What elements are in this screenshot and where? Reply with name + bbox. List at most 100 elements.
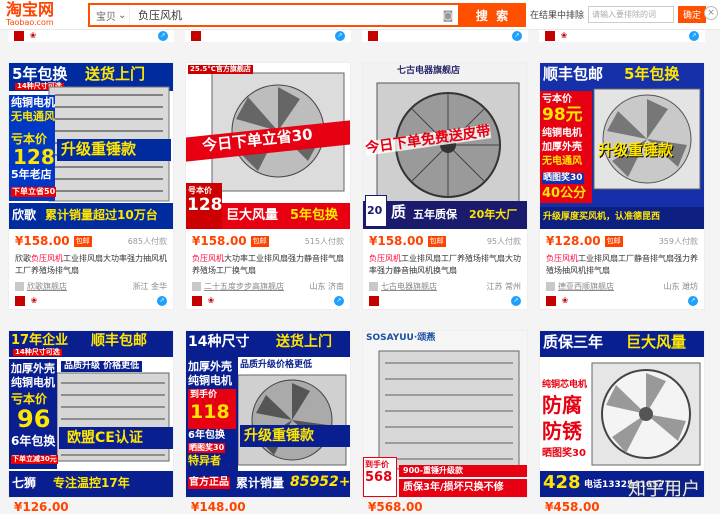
image-text: 官方正品 [188, 477, 230, 489]
tmall-icon [192, 296, 202, 306]
product-image[interactable]: 5年包换 送货上门 14种尺寸可选 纯铜电机 无电通风 亏本价 128 5年老店… [9, 63, 173, 229]
product-card[interactable]: 七古电器旗舰店 今日下单免费送皮带 20 质 五年质保 20年大厂 ¥158.0… [362, 62, 528, 310]
title-text: 欣歌 [15, 254, 31, 263]
sales-count: 515人付款 [305, 236, 344, 247]
chat-icon[interactable]: ↗ [158, 31, 168, 41]
shop-link[interactable]: 七古电器旗舰店 [381, 281, 437, 292]
image-text: 升级重锤款 [61, 142, 136, 157]
price: ¥126.00 [14, 500, 69, 514]
service-icons: ❀ ↗ [540, 293, 704, 309]
image-text: 118 [190, 403, 230, 422]
product-image[interactable]: 质保三年 巨大风量 纯铜芯电机 防腐 防锈 晒图奖30 428 电话133254… [540, 331, 704, 497]
image-text: 亏本价 [11, 393, 47, 405]
search-input[interactable]: 负压风机 [130, 7, 438, 23]
image-text: 特异者 [188, 455, 221, 466]
product-image[interactable]: 25.5°C官方旗舰店 今日下单立省30 号本价 128 巨大风量 5年包换 [186, 63, 350, 229]
chat-icon[interactable]: ↗ [334, 296, 344, 306]
image-text: 防腐 [542, 395, 582, 415]
image-text: 6年包换 [11, 435, 55, 447]
image-text: 568 [365, 471, 392, 484]
sales-count: 95人付款 [487, 236, 521, 247]
product-title[interactable]: 欣歌负压风机工业排风扇大功率强力抽风机工厂养殖场排气扇 [9, 253, 173, 279]
shop-icon [15, 282, 24, 291]
fan-illustration [377, 349, 521, 471]
shop-link[interactable]: 欣歌旗舰店 [27, 281, 67, 292]
product-card[interactable]: 17年企业 顺丰包邮 14种尺寸可选 加厚外壳 纯铜电机 亏本价 96 6年包换… [8, 330, 174, 498]
image-text: 品质升级价格更低 [240, 361, 312, 370]
service-icons: ↗ [363, 293, 527, 309]
chat-icon[interactable]: ↗ [511, 296, 521, 306]
image-text: 欧盟CE认证 [67, 431, 143, 445]
product-card[interactable]: 14种尺寸 送货上门 加厚外壳 纯铜电机 品质升级价格更低 到手价 118 6年… [185, 330, 351, 498]
image-text: 防锈 [542, 421, 582, 441]
chat-icon[interactable]: ↗ [335, 31, 345, 41]
gift-icon: ❀ [206, 296, 216, 306]
fan-illustration [236, 373, 348, 467]
image-text: 送货上门 [276, 335, 332, 349]
exclude-confirm-button[interactable]: 确定 [678, 6, 706, 23]
product-title[interactable]: 负压风机大功率工业排风扇强力静音排气扇养殖场工厂换气扇 [186, 253, 350, 279]
image-text: 96 [17, 407, 50, 431]
location: 山东 济南 [309, 281, 344, 292]
image-text: 升级厚度买风机，认准德昆西 [543, 213, 660, 222]
price: ¥158.00 [369, 234, 424, 248]
product-card[interactable]: 顺丰包邮 5年包换 亏本价 98元 纯铜电机 加厚外壳 无电通风 晒图奖30 4… [539, 62, 705, 310]
image-text: 纯铜电机 [542, 129, 582, 139]
product-card[interactable]: 25.5°C官方旗舰店 今日下单立省30 号本价 128 巨大风量 5年包换 ¥… [185, 62, 351, 310]
product-card[interactable]: 质保三年 巨大风量 纯铜芯电机 防腐 防锈 晒图奖30 428 电话133254… [539, 330, 705, 498]
shop-row: 欣歌旗舰店 浙江 金华 [9, 279, 173, 293]
sales-count: 685人付款 [128, 236, 167, 247]
image-text: 5年老店 [11, 169, 52, 180]
image-text: 下单立减30元 [11, 455, 58, 464]
search-button[interactable]: 搜 索 [460, 3, 526, 27]
shop-link[interactable]: 二十五度步步高旗舰店 [204, 281, 284, 292]
product-image[interactable]: 17年企业 顺丰包邮 14种尺寸可选 加厚外壳 纯铜电机 亏本价 96 6年包换… [9, 331, 173, 497]
product-card[interactable]: 5年包换 送货上门 14种尺寸可选 纯铜电机 无电通风 亏本价 128 5年老店… [8, 62, 174, 310]
chat-icon[interactable]: ↗ [512, 31, 522, 41]
image-text: 晒图奖30 [542, 173, 584, 184]
tmall-icon [15, 296, 25, 306]
location: 浙江 金华 [132, 281, 167, 292]
image-text: 专注温控17年 [53, 477, 130, 489]
image-text: 20年大厂 [469, 209, 517, 220]
search-scope-select[interactable]: 宝贝 ⌄ [90, 5, 130, 25]
previous-card: ↗ [362, 30, 528, 42]
free-shipping-badge: 包邮 [251, 236, 269, 247]
image-text: 五年质保 [413, 209, 457, 220]
chat-icon[interactable]: ↗ [689, 31, 699, 41]
image-text: 巨大风量 [626, 335, 686, 350]
product-image[interactable]: SOSAYUU·颂燕 到手价 568 900-重锤升级款 质保3年/损坏只换不修 [363, 331, 527, 497]
camera-icon[interactable]: ◙ [438, 9, 458, 22]
shop-link[interactable]: 德亚西顺旗舰店 [558, 281, 614, 292]
product-card[interactable]: SOSAYUU·颂燕 到手价 568 900-重锤升级款 质保3年/损坏只换不修 [362, 330, 528, 498]
tmall-icon [545, 31, 555, 41]
image-text: 欣歌 [12, 209, 36, 221]
chat-icon[interactable]: ↗ [157, 296, 167, 306]
title-keyword: 负压风机 [31, 254, 63, 263]
image-text: 七古电器旗舰店 [397, 67, 460, 76]
gift-icon: ❀ [28, 31, 38, 41]
product-image[interactable]: 顺丰包邮 5年包换 亏本价 98元 纯铜电机 加厚外壳 无电通风 晒图奖30 4… [540, 63, 704, 229]
product-title[interactable]: 负压风机工业排风扇工厂静音排气扇强力养殖场抽风机排气扇 [540, 253, 704, 279]
taobao-logo[interactable]: 淘宝网 Taobao.com [0, 2, 80, 27]
product-title[interactable]: 负压风机工业排风扇工厂养殖场排气扇大功率强力静音抽风机换气扇 [363, 253, 527, 279]
service-icons: ❀ ↗ [9, 293, 173, 309]
price: ¥568.00 [368, 500, 423, 514]
image-text: 下单立省50 [11, 187, 56, 197]
exclude-input[interactable]: 请输入要排除的词 [588, 6, 674, 23]
tmall-icon [14, 31, 24, 41]
image-text: 98元 [542, 107, 583, 124]
close-icon[interactable]: × [704, 6, 718, 20]
tmall-icon [191, 31, 201, 41]
product-image[interactable]: 七古电器旗舰店 今日下单免费送皮带 20 质 五年质保 20年大厂 [363, 63, 527, 229]
image-text: 17年企业 [11, 334, 68, 347]
price: ¥158.00 [15, 234, 70, 248]
image-text: 晒图奖30 [188, 443, 225, 453]
logo-subtext: Taobao.com [6, 19, 80, 27]
price: ¥148.00 [191, 500, 246, 514]
image-text: 5年包换 [12, 67, 67, 82]
chat-icon[interactable]: ↗ [688, 296, 698, 306]
image-text: 纯铜电机 [188, 375, 232, 386]
product-image[interactable]: 14种尺寸 送货上门 加厚外壳 纯铜电机 品质升级价格更低 到手价 118 6年… [186, 331, 350, 497]
price: ¥458.00 [545, 500, 600, 514]
